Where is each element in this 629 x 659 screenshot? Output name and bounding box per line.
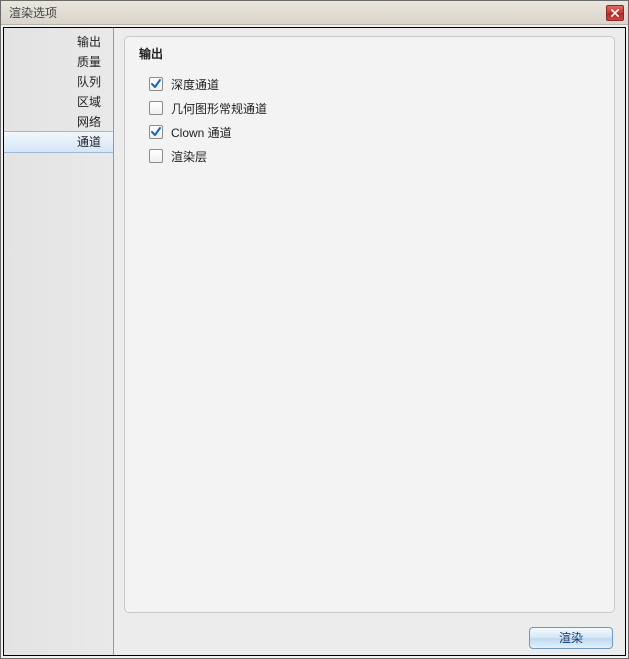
- main-area: 输出 深度通道几何图形常规通道 Clown 通道渲染层 渲染: [114, 28, 625, 655]
- close-icon: [611, 6, 619, 20]
- checkbox-3[interactable]: [149, 149, 163, 163]
- check-row-2: Clown 通道: [139, 120, 600, 144]
- close-button[interactable]: [606, 5, 624, 21]
- render-button[interactable]: 渲染: [529, 627, 613, 649]
- checkbox-2[interactable]: [149, 125, 163, 139]
- sidebar-item-0[interactable]: 输出: [4, 32, 113, 52]
- check-row-0: 深度通道: [139, 72, 600, 96]
- panel-title: 输出: [139, 45, 600, 62]
- checkbox-list: 深度通道几何图形常规通道 Clown 通道渲染层: [139, 72, 600, 168]
- titlebar[interactable]: 渲染选项: [1, 1, 628, 25]
- sidebar-item-4[interactable]: 网络: [4, 112, 113, 132]
- sidebar-item-3[interactable]: 区域: [4, 92, 113, 112]
- footer: 渲染: [114, 621, 625, 655]
- checkbox-0[interactable]: [149, 77, 163, 91]
- render-options-window: 渲染选项 输出质量队列区域网络通道 输出 深度通道几何图形常规通道Clown 通…: [0, 0, 629, 659]
- checkbox-label-3: 渲染层: [171, 148, 207, 165]
- sidebar-item-5[interactable]: 通道: [4, 131, 113, 153]
- sidebar: 输出质量队列区域网络通道: [4, 28, 114, 655]
- checkbox-1[interactable]: [149, 101, 163, 115]
- checkbox-label-0: 深度通道: [171, 76, 219, 93]
- sidebar-item-2[interactable]: 队列: [4, 72, 113, 92]
- checkbox-label-2: Clown 通道: [171, 124, 232, 141]
- check-row-3: 渲染层: [139, 144, 600, 168]
- client-area: 输出质量队列区域网络通道 输出 深度通道几何图形常规通道Clown 通道渲染层 …: [3, 27, 626, 656]
- panel-wrap: 输出 深度通道几何图形常规通道 Clown 通道渲染层: [114, 28, 625, 621]
- sidebar-item-1[interactable]: 质量: [4, 52, 113, 72]
- output-panel: 输出 深度通道几何图形常规通道 Clown 通道渲染层: [124, 36, 615, 613]
- window-title: 渲染选项: [9, 4, 606, 21]
- check-row-1: 几何图形常规通道: [139, 96, 600, 120]
- checkbox-label-1: 几何图形常规通道: [171, 100, 267, 117]
